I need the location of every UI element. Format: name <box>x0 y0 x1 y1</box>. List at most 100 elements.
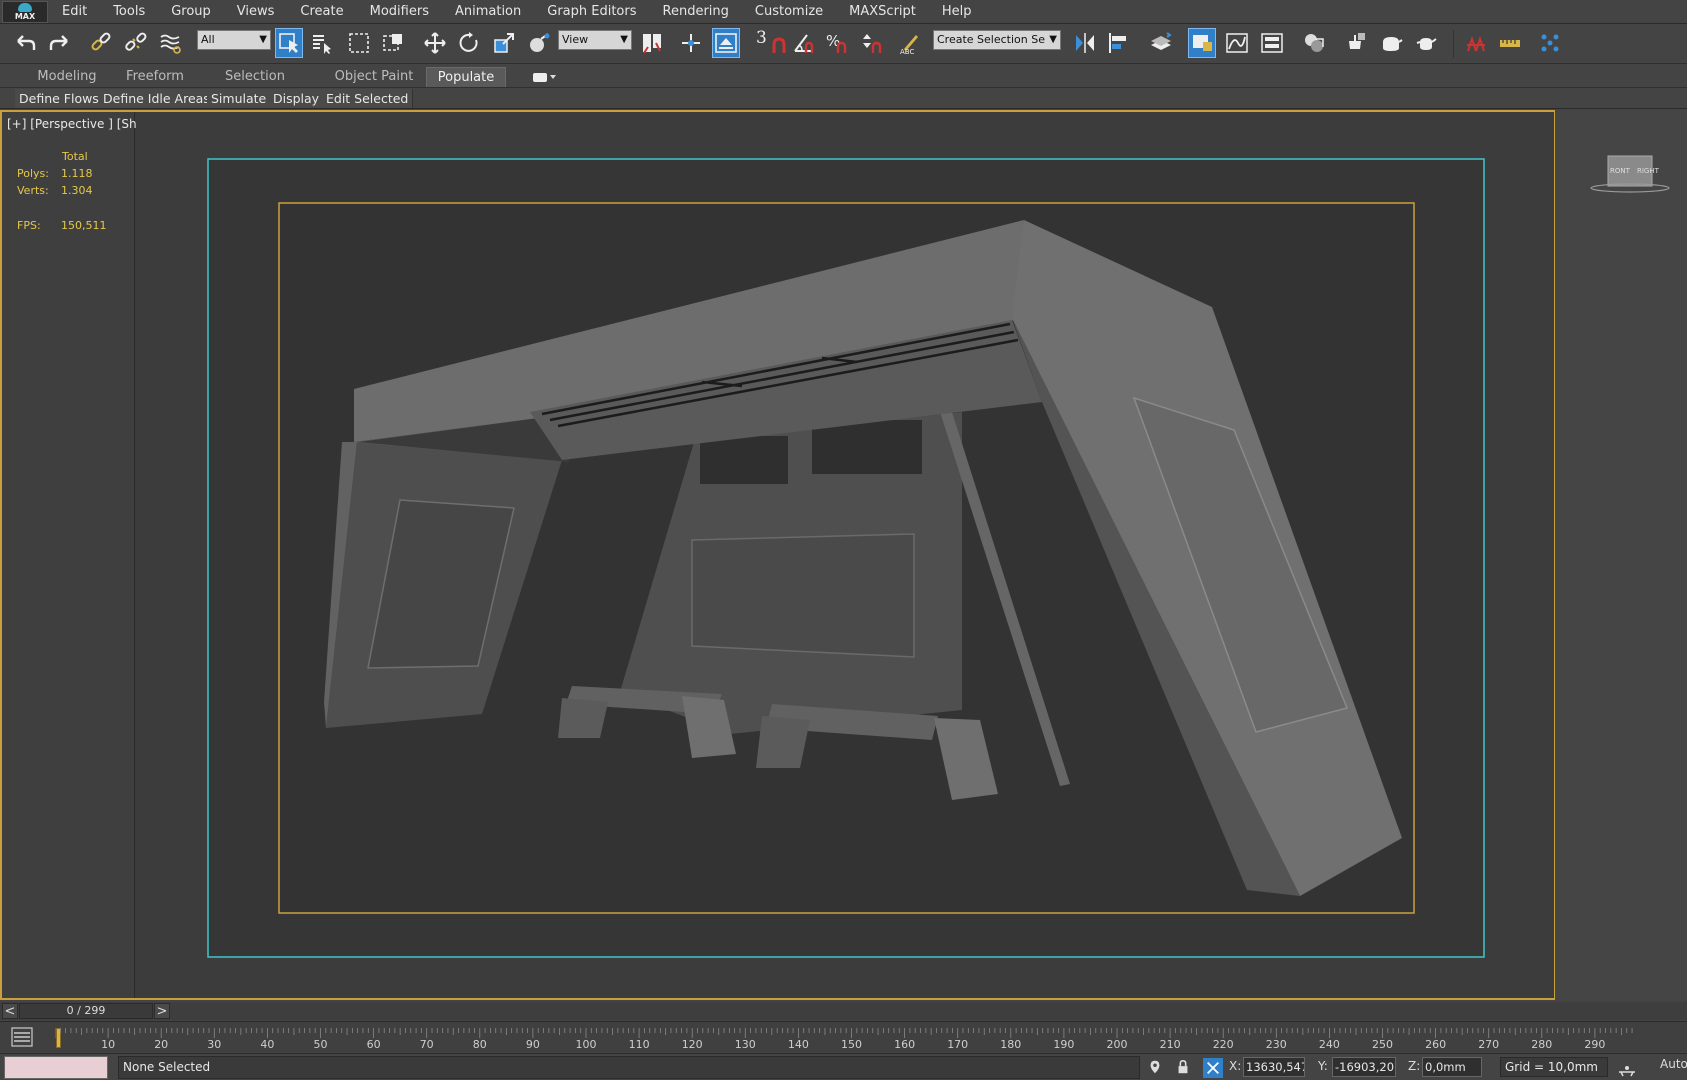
layer-explorer-icon[interactable] <box>1147 28 1175 58</box>
simulate-button[interactable]: Simulate <box>207 89 272 108</box>
menu-views[interactable]: Views <box>237 4 275 19</box>
mirror-icon[interactable] <box>1071 28 1099 58</box>
percent-snap-icon[interactable]: % <box>823 28 851 58</box>
app-logo-button[interactable]: MAX <box>2 0 48 23</box>
menu-maxscript[interactable]: MAXScript <box>849 4 916 19</box>
mini-curve-editor-icon[interactable] <box>10 1026 34 1048</box>
auto-key-button[interactable]: Auto <box>1660 1057 1687 1071</box>
keyboard-shortcut-override-icon[interactable] <box>712 28 740 58</box>
bind-space-warp-icon[interactable] <box>157 28 185 58</box>
timeline-tick-label: 260 <box>1425 1038 1447 1051</box>
perspective-viewport[interactable]: [+] [Perspective ] [Shaded ] Total Polys… <box>0 110 1555 1000</box>
scene-explorer-icon[interactable] <box>1188 28 1216 58</box>
timeline-tick-label: 240 <box>1318 1038 1340 1051</box>
spinner-snap-icon[interactable] <box>858 28 886 58</box>
y-coordinate-field[interactable]: -16903,207 <box>1332 1057 1396 1077</box>
tab-populate[interactable]: Populate <box>426 67 506 87</box>
menu-animation[interactable]: Animation <box>455 4 521 19</box>
menu-edit[interactable]: Edit <box>62 4 87 19</box>
window-crossing-icon[interactable] <box>379 28 407 58</box>
place-icon[interactable] <box>525 28 553 58</box>
select-by-name-icon[interactable] <box>308 28 336 58</box>
scene-statistics: Total Polys: 1.118 Verts: 1.304 FPS: 150… <box>17 148 107 234</box>
lock-selection-icon[interactable] <box>1174 1058 1192 1076</box>
add-time-tag-icon[interactable] <box>1618 1060 1636 1078</box>
menu-group[interactable]: Group <box>171 4 211 19</box>
selection-filter-dropdown[interactable]: All ▼ <box>197 30 271 50</box>
absolute-mode-transform-icon[interactable] <box>1203 1058 1223 1078</box>
curve-editor-icon[interactable] <box>1223 28 1251 58</box>
viewcube-right-label: RIGHT <box>1637 167 1660 175</box>
render-production-icon[interactable] <box>1412 28 1440 58</box>
named-selection-sets-dropdown[interactable]: Create Selection Se ▼ <box>933 30 1061 50</box>
snaps-toggle-icon[interactable] <box>764 28 792 58</box>
maxscript-listener-mini[interactable] <box>4 1056 108 1079</box>
select-object-icon[interactable] <box>275 28 303 58</box>
scale-icon[interactable] <box>490 28 518 58</box>
pivot-center-icon[interactable] <box>638 28 666 58</box>
reference-coordinate-dropdown[interactable]: View ▼ <box>558 30 632 50</box>
time-slider[interactable]: < 0 / 299 > <box>0 1002 1687 1020</box>
menu-create[interactable]: Create <box>300 4 343 19</box>
selection-status: None Selected <box>118 1056 1140 1079</box>
timeline-tick-label: 230 <box>1265 1038 1287 1051</box>
ribbon-tab-bar: Modeling Freeform Selection Object Paint… <box>0 65 1687 88</box>
undo-icon[interactable] <box>12 28 40 58</box>
rendered-frame-window-icon[interactable] <box>1377 28 1405 58</box>
x-coordinate-label: X: <box>1229 1059 1242 1073</box>
main-toolbar: All ▼ View ▼ 3 % ABC Create Selection Se… <box>0 24 1687 64</box>
angle-snap-icon[interactable] <box>790 28 818 58</box>
time-slider-prev-button[interactable]: < <box>2 1003 18 1019</box>
timeline-tick-label: 160 <box>894 1038 916 1051</box>
timeline-tick-label: 250 <box>1372 1038 1393 1051</box>
isolate-selection-icon[interactable] <box>1146 1058 1164 1076</box>
menu-customize[interactable]: Customize <box>755 4 823 19</box>
edit-selected-button[interactable]: Edit Selected <box>322 89 414 108</box>
rectangular-selection-icon[interactable] <box>345 28 373 58</box>
redo-icon[interactable] <box>45 28 73 58</box>
tab-freeform[interactable]: Freeform <box>110 67 200 87</box>
menu-rendering[interactable]: Rendering <box>663 4 729 19</box>
define-idle-areas-button[interactable]: Define Idle Areas <box>99 89 215 108</box>
align-icon[interactable] <box>1105 28 1133 58</box>
timeline-tick-label: 280 <box>1531 1038 1553 1051</box>
tab-modeling[interactable]: Modeling <box>22 67 112 87</box>
grid-size-display: Grid = 10,0mm <box>1500 1057 1608 1077</box>
stats-fps-value: 150,511 <box>61 219 107 232</box>
timeline-tick-label: 190 <box>1053 1038 1075 1051</box>
timeline-tick-label: 130 <box>734 1038 756 1051</box>
z-coordinate-field[interactable]: 0,0mm <box>1422 1057 1482 1077</box>
stats-polys-value: 1.118 <box>61 167 93 180</box>
tab-object-paint[interactable]: Object Paint <box>318 67 430 87</box>
move-icon[interactable] <box>421 28 449 58</box>
measure-icon[interactable] <box>1496 28 1524 58</box>
back-panel-frame <box>691 533 915 658</box>
particle-view-icon[interactable] <box>1536 28 1564 58</box>
tab-selection[interactable]: Selection <box>210 67 300 87</box>
viewcube[interactable]: RONT RIGHT <box>1590 152 1670 194</box>
unlink-icon[interactable] <box>122 28 150 58</box>
define-flows-button[interactable]: Define Flows <box>15 89 104 108</box>
link-icon[interactable] <box>87 28 115 58</box>
timeline-tick-label: 40 <box>260 1038 275 1051</box>
rotate-icon[interactable] <box>455 28 483 58</box>
civil-view-icon[interactable] <box>1462 28 1490 58</box>
display-button[interactable]: Display <box>269 89 325 108</box>
x-coordinate-field[interactable]: 13630,547 <box>1243 1057 1305 1077</box>
render-setup-icon[interactable] <box>1341 28 1369 58</box>
menu-graph-editors[interactable]: Graph Editors <box>547 4 636 19</box>
schematic-view-icon[interactable] <box>1258 28 1286 58</box>
material-editor-icon[interactable] <box>1300 28 1328 58</box>
menu-help[interactable]: Help <box>942 4 972 19</box>
ribbon-toggle-icon <box>533 72 547 82</box>
track-bar[interactable]: 10 20 30 40 50 60 70 80 90 100 110 120 130 140 150 160 1… <box>0 1021 1687 1052</box>
time-slider-thumb[interactable]: 0 / 299 <box>19 1003 153 1019</box>
time-slider-next-button[interactable]: > <box>154 1003 170 1019</box>
z-coordinate-label: Z: <box>1408 1059 1421 1073</box>
ribbon-minimize-toggle[interactable] <box>533 70 561 84</box>
timeline-tick-label: 220 <box>1212 1038 1234 1051</box>
select-manipulate-icon[interactable] <box>677 28 705 58</box>
edit-named-selection-icon[interactable]: ABC <box>896 28 924 58</box>
menu-tools[interactable]: Tools <box>113 4 145 19</box>
menu-modifiers[interactable]: Modifiers <box>370 4 429 19</box>
